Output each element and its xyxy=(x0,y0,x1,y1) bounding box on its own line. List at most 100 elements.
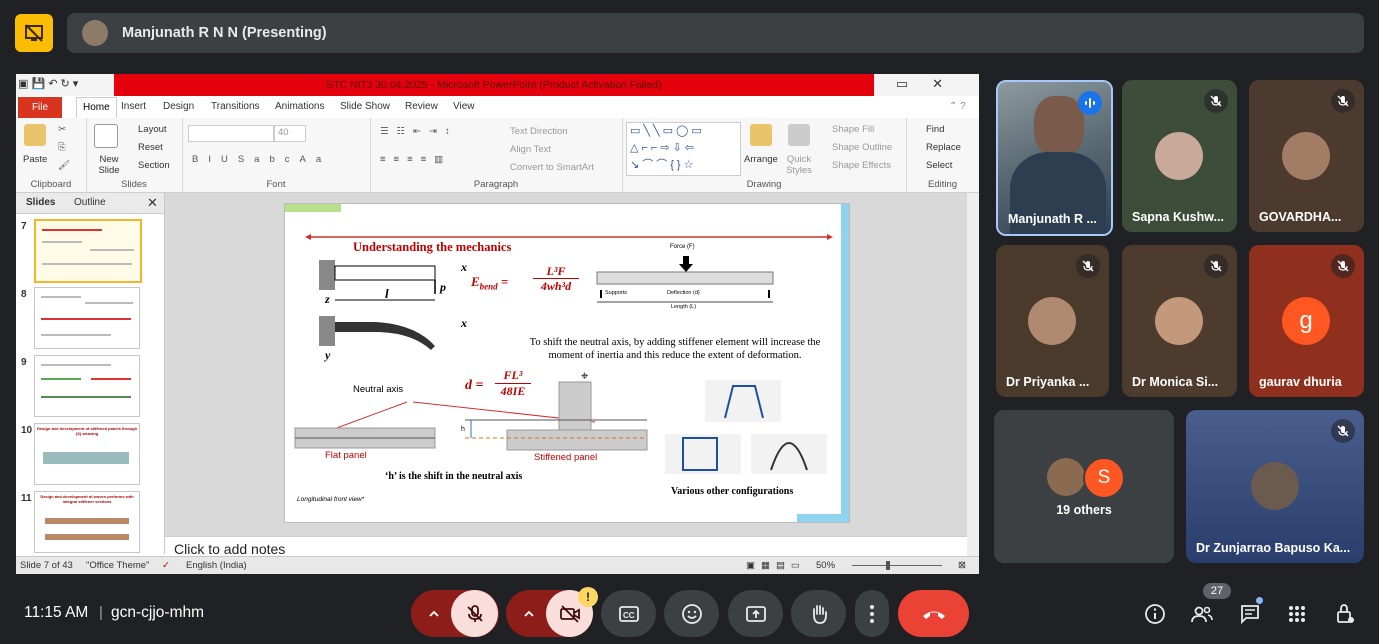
meeting-code: gcn-cjjo-mhm xyxy=(111,604,205,621)
leave-call-button[interactable] xyxy=(898,590,969,637)
reset-button[interactable]: Reset xyxy=(138,142,163,153)
participant-tile[interactable]: Dr Priyanka ... xyxy=(996,245,1109,397)
camera-options-chevron-icon[interactable] xyxy=(513,598,545,630)
participant-tile[interactable]: GOVARDHA... xyxy=(1249,80,1364,232)
present-mode-icon[interactable] xyxy=(15,14,53,52)
align-icons[interactable]: ≡≡≡≡▥ xyxy=(380,154,451,165)
arrange-icon[interactable] xyxy=(750,124,772,146)
participant-tile[interactable]: Dr Monica Si... xyxy=(1122,245,1237,397)
tab-transitions[interactable]: Transitions xyxy=(211,101,260,112)
status-bar: Slide 7 of 43 "Office Theme" ✓ English (… xyxy=(16,556,979,574)
text-direction-button[interactable]: Text Direction xyxy=(510,126,568,137)
meeting-info-button[interactable] xyxy=(1139,598,1171,630)
quick-styles-button[interactable]: Quick Styles xyxy=(784,154,814,176)
tab-view[interactable]: View xyxy=(453,101,475,112)
shape-effects-button[interactable]: Shape Effects xyxy=(832,160,891,171)
shared-screen: ▣ 💾 ↶ ↻ ▾ STC NITJ 30.04.2025 - Microsof… xyxy=(16,74,979,574)
select-button[interactable]: Select xyxy=(926,160,952,171)
tab-design[interactable]: Design xyxy=(163,101,194,112)
tab-slides[interactable]: Slides xyxy=(26,197,55,208)
section-button[interactable]: Section xyxy=(138,160,170,171)
shape-outline-button[interactable]: Shape Outline xyxy=(832,142,892,153)
quick-access-icons[interactable]: ▣ 💾 ↶ ↻ ▾ xyxy=(18,77,78,90)
raise-hand-button[interactable] xyxy=(791,590,846,637)
group-font: 40 BIUSabcAa Font xyxy=(182,118,371,192)
tab-slide-show[interactable]: Slide Show xyxy=(340,101,390,112)
participant-tile[interactable]: g gaurav dhuria xyxy=(1249,245,1364,397)
camera-warning-badge: ! xyxy=(578,587,598,607)
tab-home[interactable]: Home xyxy=(76,97,117,118)
host-controls-button[interactable] xyxy=(1329,598,1361,630)
find-button[interactable]: Find xyxy=(926,124,944,135)
participant-avatar xyxy=(1155,297,1203,345)
arrange-button[interactable]: Arrange xyxy=(744,154,778,165)
more-options-button[interactable] xyxy=(855,590,889,637)
thumb-number: 8 xyxy=(21,289,27,300)
participant-tile[interactable]: Sapna Kushw... xyxy=(1122,80,1237,232)
layout-button[interactable]: Layout xyxy=(138,124,167,135)
font-size-input[interactable]: 40 xyxy=(274,125,306,142)
format-painter-icon[interactable]: 🖌 xyxy=(58,160,70,171)
zoom-slider[interactable] xyxy=(842,561,952,570)
current-slide[interactable]: ⌖ Understanding the mechanics Force (F) … xyxy=(284,203,850,523)
participant-name: Dr Monica Si... xyxy=(1132,375,1219,389)
captions-button[interactable]: CC xyxy=(601,590,656,637)
copy-icon[interactable]: ⎘ xyxy=(58,142,66,153)
activities-button[interactable] xyxy=(1281,598,1313,630)
close-panel-icon[interactable]: ✕ xyxy=(147,195,158,211)
list-icons[interactable]: ☰☷⇤⇥↕ xyxy=(380,126,458,137)
group-editing: Find Replace Select Editing xyxy=(906,118,979,192)
present-button[interactable] xyxy=(728,590,783,637)
drawing-label: Drawing xyxy=(746,179,782,190)
speaking-indicator-icon xyxy=(1078,91,1102,115)
group-clipboard: Paste ✂ ⎘ 🖌 Clipboard xyxy=(16,118,87,192)
participant-tile[interactable]: Manjunath R ... xyxy=(996,80,1113,236)
tab-animations[interactable]: Animations xyxy=(275,101,324,112)
slide-thumbnail-10[interactable]: Design and development of stiffened pane… xyxy=(34,423,140,485)
hand-icon xyxy=(812,604,827,624)
eq-d-den: 48IE xyxy=(500,384,526,398)
font-format-icons[interactable]: BIUSabcAa xyxy=(192,154,331,165)
new-slide-icon[interactable] xyxy=(94,124,118,148)
mic-options-chevron-icon[interactable] xyxy=(418,598,450,630)
replace-button[interactable]: Replace xyxy=(926,142,961,153)
zoom-level[interactable]: 50% xyxy=(816,560,835,571)
spellcheck-icon[interactable]: ✓ xyxy=(162,560,170,571)
quick-styles-icon[interactable] xyxy=(788,124,810,146)
bend-equation: Ebend = xyxy=(471,274,509,292)
view-icons[interactable]: ▣▦▤▭ xyxy=(746,560,806,571)
slide-thumbnail-11[interactable]: Design and development of woven preforms… xyxy=(34,491,140,553)
mic-toggle-button[interactable] xyxy=(451,590,498,637)
tab-file[interactable]: File xyxy=(18,97,62,118)
slide-thumbnail-7[interactable] xyxy=(34,219,142,283)
fit-slide-icon[interactable]: ⊠ xyxy=(958,560,966,571)
paste-icon[interactable] xyxy=(24,124,46,146)
group-paragraph: ☰☷⇤⇥↕ ≡≡≡≡▥ Text Direction Align Text Co… xyxy=(370,118,623,192)
reactions-button[interactable] xyxy=(664,590,719,637)
tab-review[interactable]: Review xyxy=(405,101,438,112)
others-tile[interactable]: S 19 others xyxy=(994,410,1174,563)
slide-thumbnail-8[interactable] xyxy=(34,287,140,349)
language[interactable]: English (India) xyxy=(186,560,247,571)
svg-text:CC: CC xyxy=(623,611,635,620)
shape-fill-button[interactable]: Shape Fill xyxy=(832,124,874,135)
font-name-input[interactable] xyxy=(188,125,274,142)
editing-label: Editing xyxy=(927,179,958,190)
participant-tile[interactable]: Dr Zunjarrao Bapuso Ka... xyxy=(1186,410,1364,563)
various-configurations-label: Various other configurations xyxy=(671,486,794,497)
window-controls-icon[interactable]: ▭✕ xyxy=(896,76,967,92)
eq-bend-sub: bend xyxy=(479,281,498,292)
convert-smartart-button[interactable]: Convert to SmartArt xyxy=(510,162,594,173)
paste-button[interactable]: Paste xyxy=(23,154,47,165)
ribbon: Paste ✂ ⎘ 🖌 Clipboard New Slide Layout R… xyxy=(16,118,979,193)
new-slide-button[interactable]: New Slide xyxy=(92,154,126,176)
slide-thumbnail-9[interactable] xyxy=(34,355,140,417)
tab-insert[interactable]: Insert xyxy=(121,101,146,112)
align-text-button[interactable]: Align Text xyxy=(510,144,551,155)
editor-scrollbar[interactable] xyxy=(967,193,979,556)
shapes-gallery[interactable]: ▭╲╲▭◯▭ △⌐⌐⇨⇩⇦ ↘⌒⌒{}☆ xyxy=(626,122,741,176)
tab-outline[interactable]: Outline xyxy=(74,197,106,208)
cut-icon[interactable]: ✂ xyxy=(58,124,66,135)
people-button[interactable] xyxy=(1186,598,1218,630)
help-icon[interactable]: ⌃ ? xyxy=(949,101,966,112)
